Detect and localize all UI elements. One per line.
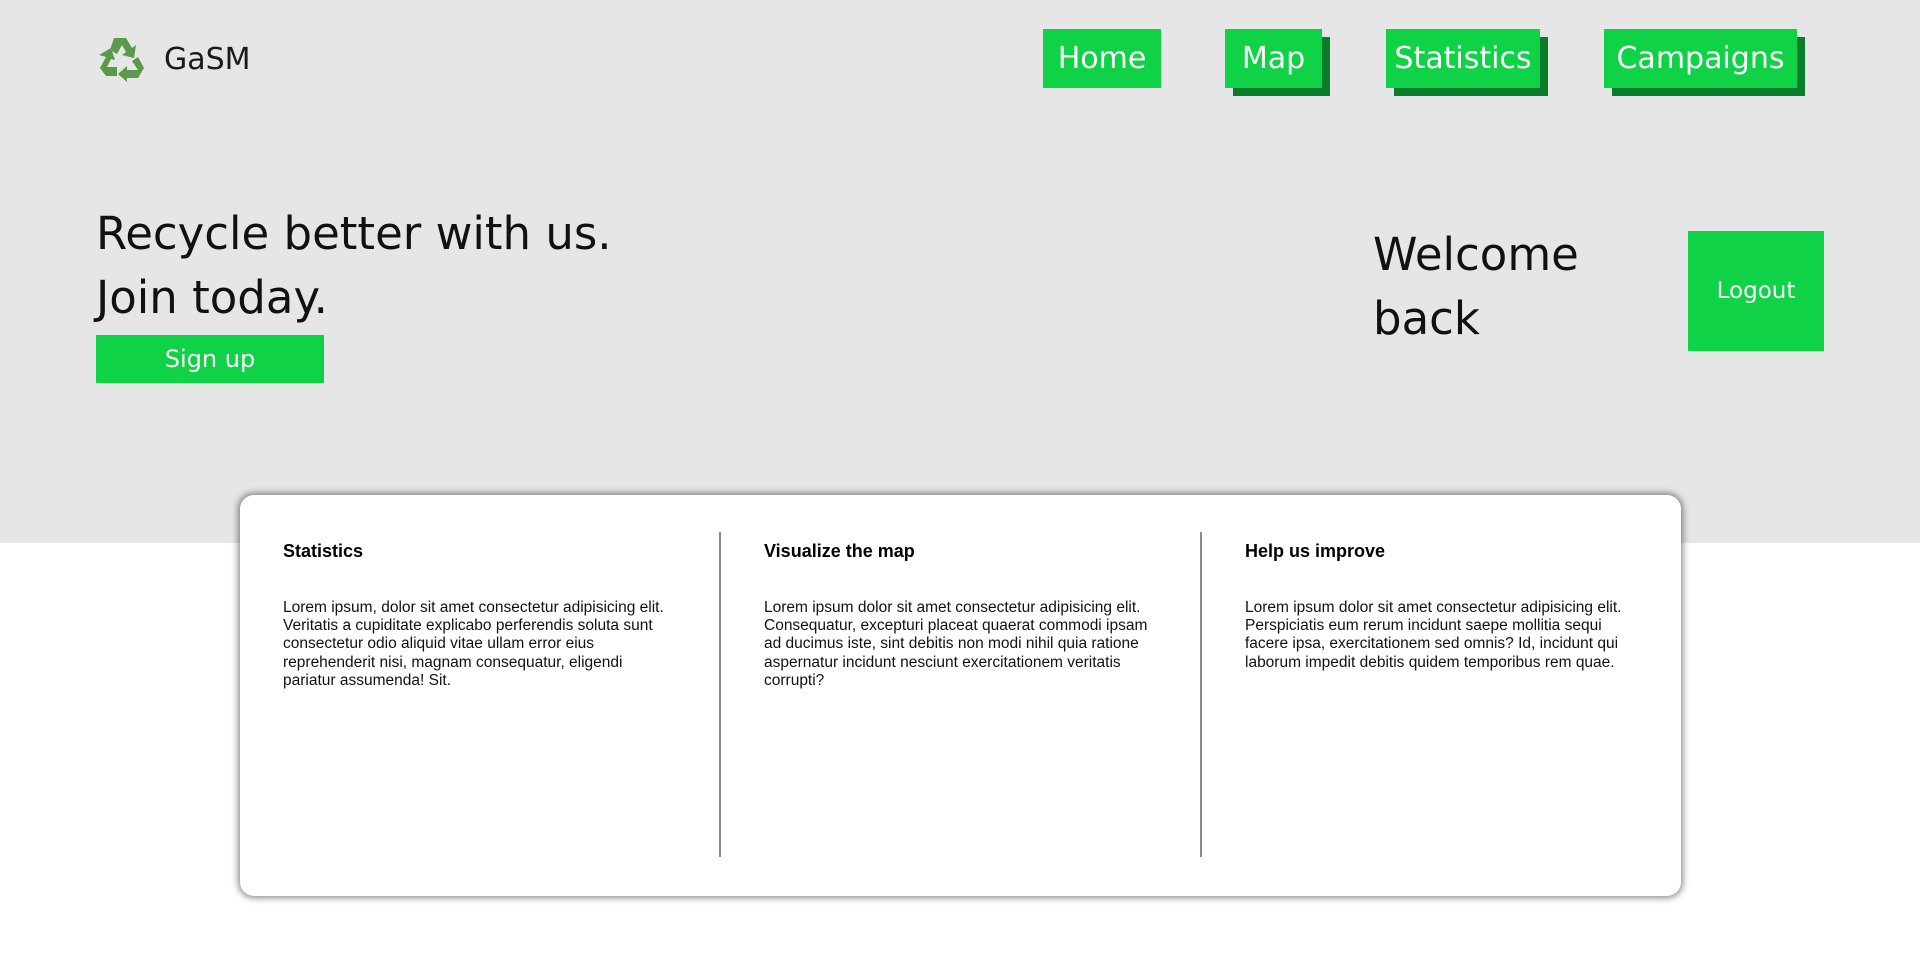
column-divider (1200, 532, 1202, 857)
feature-text: Lorem ipsum, dolor sit amet consectetur … (283, 599, 664, 689)
feature-title: Help us improve (1245, 541, 1386, 561)
hero-headline-line-2: Join today. (96, 271, 328, 324)
recycle-icon (99, 38, 144, 82)
column-divider (719, 532, 721, 857)
hero-headline: Recycle better with us. Join today. (96, 202, 612, 330)
features-card: Statistics Lorem ipsum, dolor sit amet c… (240, 495, 1681, 896)
signup-button[interactable]: Sign up (96, 335, 324, 383)
welcome-message: Welcome back (1373, 223, 1633, 351)
welcome-line-1: Welcome (1373, 228, 1579, 281)
nav-statistics-button[interactable]: Statistics (1386, 29, 1540, 88)
nav-home-button[interactable]: Home (1043, 29, 1161, 88)
logout-button[interactable]: Logout (1688, 231, 1824, 351)
feature-text: Lorem ipsum dolor sit amet consectetur a… (1245, 599, 1622, 671)
welcome-line-2: back (1373, 292, 1480, 345)
feature-text: Lorem ipsum dolor sit amet consectetur a… (764, 599, 1148, 689)
brand-name: GaSM (164, 41, 251, 77)
nav-campaigns-button[interactable]: Campaigns (1604, 29, 1797, 88)
feature-title: Statistics (283, 541, 364, 561)
hero-headline-line-1: Recycle better with us. (96, 207, 612, 260)
nav-map-button[interactable]: Map (1225, 29, 1322, 88)
feature-title: Visualize the map (764, 541, 915, 561)
brand[interactable]: GaSM (96, 34, 251, 84)
